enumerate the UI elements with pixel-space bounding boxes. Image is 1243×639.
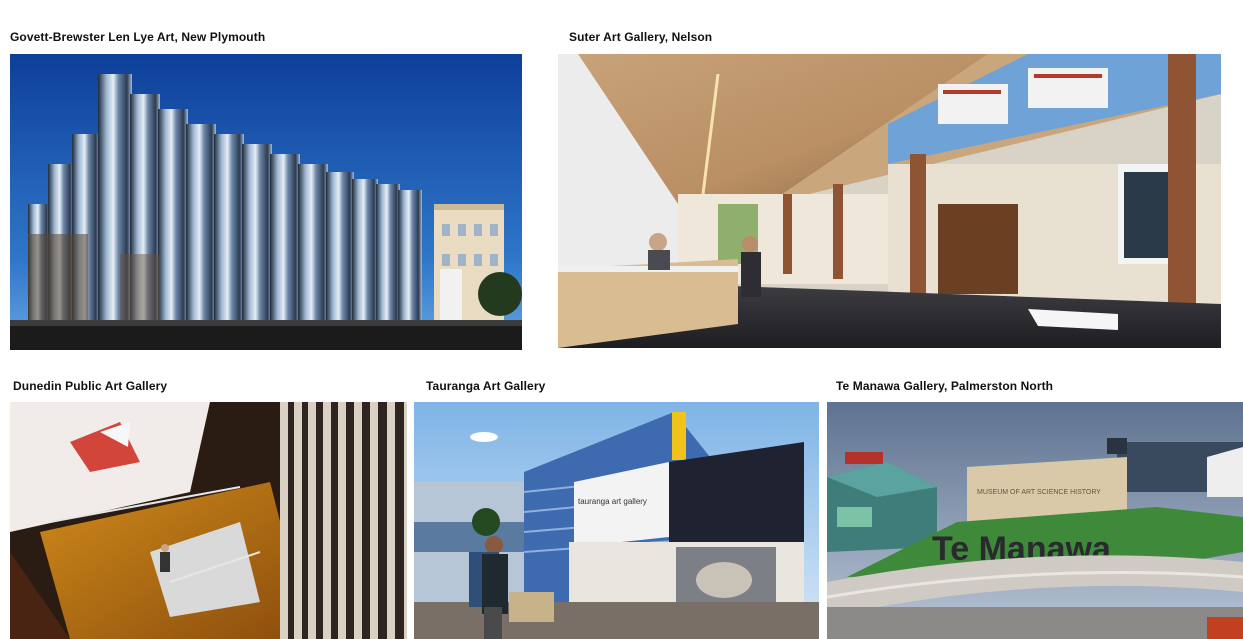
photo-suter bbox=[558, 54, 1221, 348]
photo-tauranga: tauranga art gallery bbox=[414, 402, 819, 639]
te-manawa-wall-text: MUSEUM OF ART SCIENCE HISTORY bbox=[977, 489, 1101, 496]
photo-dunedin bbox=[10, 402, 407, 639]
caption-govett-brewster: Govett-Brewster Len Lye Art, New Plymout… bbox=[10, 30, 266, 44]
photo-te-manawa: MUSEUM OF ART SCIENCE HISTORY Te Manawa bbox=[827, 402, 1243, 639]
caption-dunedin: Dunedin Public Art Gallery bbox=[13, 379, 168, 393]
photo-govett-brewster bbox=[10, 54, 522, 350]
caption-suter: Suter Art Gallery, Nelson bbox=[569, 30, 713, 44]
tauranga-banner-text: tauranga art gallery bbox=[578, 497, 647, 506]
caption-te-manawa: Te Manawa Gallery, Palmerston North bbox=[836, 379, 1054, 393]
caption-tauranga: Tauranga Art Gallery bbox=[426, 379, 546, 393]
